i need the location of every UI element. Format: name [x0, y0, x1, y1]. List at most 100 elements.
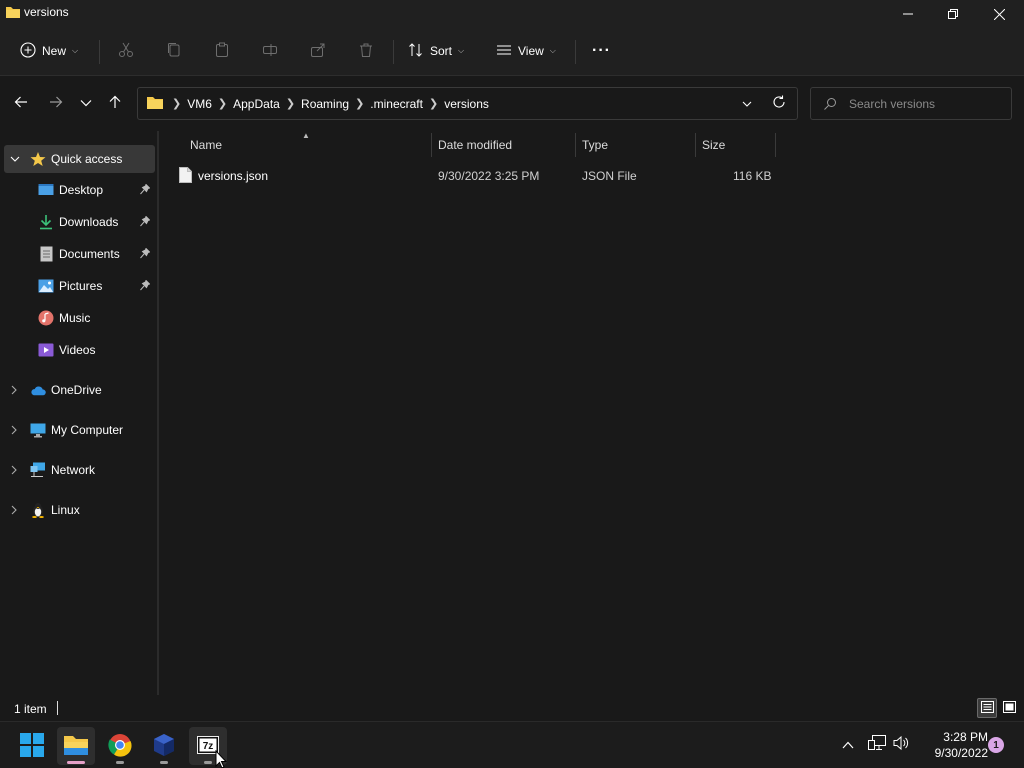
file-size: 116 KB — [733, 169, 772, 183]
large-icons-view-button[interactable] — [999, 698, 1019, 718]
videos-icon — [38, 342, 54, 358]
sort-icon — [408, 42, 424, 61]
table-row[interactable]: versions.json 9/30/2022 3:25 PM JSON Fil… — [169, 163, 779, 189]
new-button[interactable]: New ⌵ — [20, 38, 78, 64]
sidebar-item-label: Music — [59, 311, 91, 325]
close-button[interactable] — [976, 0, 1022, 28]
network-status-button[interactable] — [868, 735, 886, 754]
chevron-right-icon[interactable]: ❯ — [355, 97, 364, 110]
sidebar-item-onedrive[interactable]: OneDrive — [0, 376, 157, 404]
chevron-right-icon[interactable]: ❯ — [286, 97, 295, 110]
column-header-date-modified[interactable]: Date modified — [432, 131, 575, 159]
start-button[interactable] — [13, 727, 51, 765]
clock-date: 9/30/2022 — [934, 746, 988, 760]
breadcrumb-item[interactable]: AppData — [233, 97, 280, 111]
plus-circle-icon — [20, 41, 36, 61]
download-icon — [38, 214, 54, 230]
paste-button[interactable] — [214, 38, 230, 64]
large-icons-view-icon — [1002, 700, 1016, 716]
sort-button[interactable]: Sort ⌵ — [408, 38, 464, 64]
taskbar-app-box[interactable] — [145, 727, 183, 765]
sidebar-item-videos[interactable]: Videos — [0, 336, 157, 364]
taskbar-chrome[interactable] — [101, 727, 139, 765]
sidebar-item-network[interactable]: Network — [0, 456, 157, 484]
taskbar-file-explorer[interactable] — [57, 727, 95, 765]
address-row: ❯ VM6 ❯ AppData ❯ Roaming ❯ .minecraft ❯… — [0, 77, 1024, 131]
sidebar-item-documents[interactable]: Documents — [0, 240, 157, 268]
running-app-indicator — [204, 761, 212, 764]
view-button[interactable]: View ⌵ — [496, 38, 556, 64]
column-header-type[interactable]: Type — [576, 131, 695, 159]
toolbar-divider — [575, 40, 576, 64]
details-view-button[interactable] — [977, 698, 997, 718]
up-button[interactable] — [104, 92, 126, 114]
sidebar-item-quick-access[interactable]: Quick access — [4, 145, 155, 173]
chevron-down-icon: ⌵ — [549, 46, 556, 55]
notification-badge[interactable]: 1 — [988, 737, 1004, 753]
status-divider — [57, 701, 58, 715]
new-label: New — [42, 44, 67, 58]
sidebar-item-downloads[interactable]: Downloads — [0, 208, 157, 236]
chevron-right-icon[interactable]: ❯ — [218, 97, 227, 110]
cut-button[interactable] — [118, 38, 134, 64]
pictures-icon — [38, 278, 54, 294]
address-history-button[interactable] — [738, 94, 756, 112]
copy-button[interactable] — [166, 38, 182, 64]
minimize-button[interactable] — [885, 0, 931, 28]
column-divider[interactable] — [775, 133, 776, 157]
column-header-name[interactable]: Name — [159, 131, 431, 159]
chevron-down-icon: ⌵ — [72, 46, 79, 55]
search-input[interactable] — [849, 95, 1005, 113]
active-app-indicator — [67, 761, 85, 764]
column-header-size[interactable]: Size — [696, 131, 775, 159]
delete-button[interactable] — [358, 38, 374, 64]
toolbar-divider — [393, 40, 394, 64]
search-box[interactable] — [810, 87, 1012, 120]
share-button[interactable] — [310, 38, 326, 64]
chevron-down-icon[interactable] — [9, 153, 21, 165]
running-app-indicator — [160, 761, 168, 764]
folder-icon — [5, 5, 21, 22]
chevron-right-icon[interactable]: ❯ — [429, 97, 438, 110]
chevron-down-icon: ⌵ — [458, 46, 465, 55]
rename-button[interactable] — [262, 38, 278, 64]
address-bar[interactable]: ❯ VM6 ❯ AppData ❯ Roaming ❯ .minecraft ❯… — [137, 87, 798, 120]
mouse-pointer-icon — [215, 749, 228, 768]
breadcrumb-item[interactable]: VM6 — [187, 97, 212, 111]
speaker-icon — [893, 735, 911, 754]
breadcrumb-item[interactable]: Roaming — [301, 97, 349, 111]
chevron-right-icon[interactable] — [8, 504, 20, 516]
item-count: 1 item — [14, 702, 47, 716]
network-status-icon — [868, 735, 886, 754]
status-bar: 1 item — [0, 695, 1024, 721]
refresh-icon — [772, 95, 786, 112]
breadcrumb-item[interactable]: versions — [444, 97, 489, 111]
restore-button[interactable] — [930, 0, 976, 28]
breadcrumb-item[interactable]: .minecraft — [370, 97, 423, 111]
back-button[interactable] — [10, 92, 32, 114]
chevron-right-icon[interactable] — [8, 424, 20, 436]
refresh-button[interactable] — [770, 94, 788, 112]
clock[interactable]: 3:28 PM 9/30/2022 — [918, 729, 988, 761]
sidebar-item-desktop[interactable]: Desktop — [0, 176, 157, 204]
sort-label: Sort — [430, 44, 453, 58]
pin-icon — [140, 215, 151, 230]
chevron-right-icon[interactable] — [8, 384, 20, 396]
sidebar-item-my-computer[interactable]: My Computer — [0, 416, 157, 444]
chevron-right-icon: ❯ — [172, 98, 182, 110]
network-icon — [30, 462, 46, 478]
sidebar-item-music[interactable]: Music — [0, 304, 157, 332]
sidebar-item-linux[interactable]: Linux — [0, 496, 157, 524]
sidebar-item-pictures[interactable]: Pictures — [0, 272, 157, 300]
file-list: ▲ Name Date modified Type Size versions.… — [159, 131, 1024, 695]
volume-button[interactable] — [893, 735, 911, 754]
forward-button[interactable] — [45, 92, 67, 114]
more-options-button[interactable]: ··· — [592, 38, 611, 64]
chevron-right-icon[interactable] — [8, 464, 20, 476]
toolbar-divider — [99, 40, 100, 64]
folder-icon — [146, 95, 164, 113]
show-hidden-icons-button[interactable] — [842, 738, 854, 752]
view-label: View — [518, 44, 544, 58]
recent-locations-button[interactable] — [75, 92, 97, 114]
share-icon — [310, 42, 326, 61]
